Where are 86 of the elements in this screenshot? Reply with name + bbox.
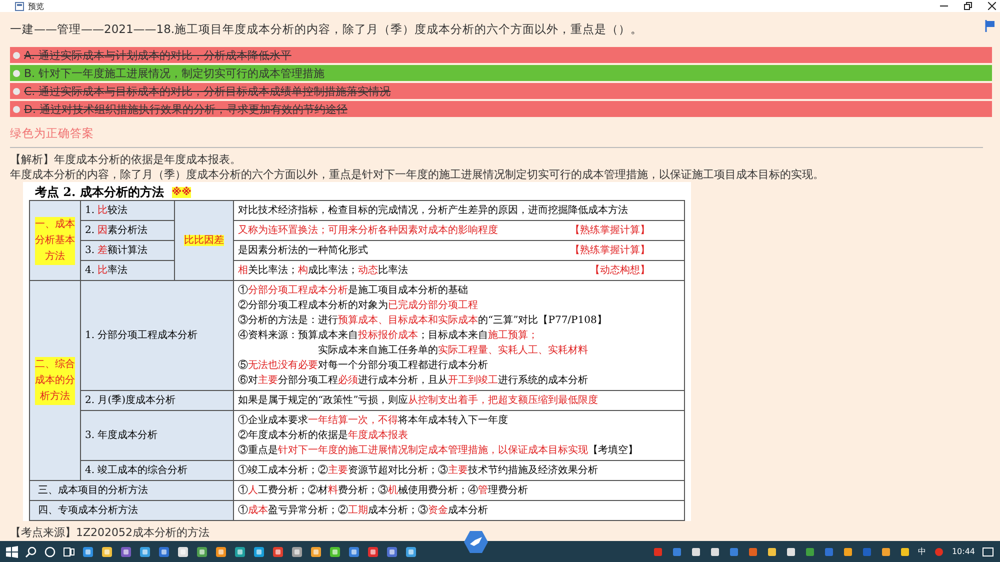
- cell-text: ②分部分项工程成本分析的对象为已完成分部分项工程: [238, 298, 479, 313]
- app-icon[interactable]: [386, 546, 398, 558]
- radio-icon[interactable]: [13, 52, 20, 58]
- cell-text: ②年度成本分析的依据是年度成本报表: [238, 428, 409, 443]
- group-label: 二、综合成本的分析方法: [35, 356, 75, 404]
- row-label: 四、专项成本分析方法: [38, 505, 138, 516]
- app-icon[interactable]: [367, 546, 379, 558]
- answer-option[interactable]: C. 通过实际成本与目标成本的对比，分析目标成本成绩单控制措施落实情况: [10, 83, 992, 99]
- radio-icon[interactable]: [13, 70, 20, 76]
- method-label: 3. 差额计算法: [85, 245, 148, 256]
- app-icon[interactable]: [82, 546, 94, 558]
- bird-badge-icon[interactable]: [463, 530, 489, 554]
- app-icon[interactable]: [234, 546, 246, 558]
- app-icon[interactable]: [329, 546, 341, 558]
- cell-text: ①人工费分析；②材料费分析；③机械使用费分析；④管理费分析: [238, 484, 529, 498]
- radio-icon[interactable]: [13, 106, 20, 112]
- tray-icon[interactable]: [898, 546, 911, 558]
- group-label: 一、成本分析基本方法: [35, 216, 75, 264]
- app-icon[interactable]: [158, 546, 170, 558]
- cell-text: ③重点是针对下一年度的施工进展情况制定成本管理措施，以保证成本目标实现【考填空】: [238, 444, 639, 458]
- cell-text: ①分部分项工程成本分析是施工项目成本分析的基础: [238, 284, 469, 298]
- input-method-indicator[interactable]: 中: [918, 546, 926, 557]
- app-icon[interactable]: [272, 546, 284, 558]
- app-icon[interactable]: [196, 546, 208, 558]
- windows-logo-icon[interactable]: [6, 546, 18, 558]
- cell-text: 如果是属于规定的“政策性”亏损，则应从控制支出着手，把超支额压缩到最低限度: [238, 394, 600, 408]
- app-icon[interactable]: [101, 546, 113, 558]
- method-label: 1. 分部分项工程成本分析: [85, 330, 198, 341]
- cell-text: ①企业成本要求一年结算一次，不得将本年成本转入下一年度: [238, 414, 509, 428]
- notification-icon[interactable]: [982, 546, 994, 558]
- window-title: 预览: [28, 0, 44, 12]
- answer-option[interactable]: D. 通过对技术组织措施执行效果的分析，寻求更加有效的节约途径: [10, 101, 992, 117]
- tag-text: 【熟练掌握计算】: [570, 244, 650, 258]
- mnemonic-text: 比比因差: [184, 235, 224, 246]
- method-label: 4. 比率法: [85, 265, 128, 276]
- cell-text: 是因素分析法的一种简化形式: [238, 244, 368, 258]
- tray-icon[interactable]: [690, 546, 702, 558]
- importance-mark: ※※: [172, 186, 192, 198]
- cell-text: ⑥对主要分部分项工程必须进行成本分析，且从开工到竣工进行系统的成本分析: [238, 374, 589, 388]
- search-icon[interactable]: [25, 546, 37, 558]
- source-text: 【考点来源】1Z202052成本分析的方法: [10, 525, 211, 540]
- table-title: 考点 2. 成本分析的方法: [35, 184, 164, 200]
- app-icon[interactable]: [120, 546, 132, 558]
- cell-text: ⑤无法也没有必要对每一个分部分项工程都进行成本分析: [238, 358, 489, 373]
- circle-icon[interactable]: [44, 546, 56, 558]
- app-icon[interactable]: [405, 546, 417, 558]
- cell-text: 又称为连环置换法；可用来分析各种因素对成本的影响程度: [238, 224, 498, 238]
- app-icon[interactable]: [253, 546, 265, 558]
- answer-option[interactable]: A. 通过实际成本与计划成本的对比，分析成本降低水平: [10, 47, 992, 63]
- cell-text: 对比技术经济指标，检查目标的完成情况，分析产生差异的原因，进而挖掘降低成本方法: [238, 204, 629, 218]
- cell-text: ①竣工成本分析；②主要资源节超对比分析；③主要技术节约措施及经济效果分析: [238, 464, 599, 478]
- app-icon[interactable]: [348, 546, 360, 558]
- close-icon[interactable]: [988, 2, 996, 10]
- cell-text: 实际成本来自施工任务单的实际工程量、实耗人工、实耗材料: [317, 344, 589, 358]
- question-text: 一建——管理——2021——18.施工项目年度成本分析的内容，除了月（季）度成本分析的六个方面以外，重点是（）。: [10, 22, 643, 37]
- cell-text: ①成本盈亏异常分析；②工期成本分析；③资金成本分析: [238, 504, 489, 518]
- task-view-icon[interactable]: [63, 546, 75, 558]
- tray-icon[interactable]: [708, 546, 721, 558]
- maximize-icon[interactable]: [964, 2, 972, 10]
- app-icon[interactable]: [139, 546, 151, 558]
- method-label: 2. 因素分析法: [85, 225, 148, 236]
- tray-icon[interactable]: [766, 546, 778, 558]
- analysis-text: 年度成本分析的内容，除了月（季）度成本分析的六个方面以外，重点是针对下一年度的施工进展情况制定切实可行的成本管理措施，以保证施工项目成本目标的实现。: [10, 167, 825, 182]
- tray-icon[interactable]: [880, 546, 892, 558]
- tag-text: 【熟练掌握计算】: [570, 224, 650, 238]
- tray-icon[interactable]: [842, 546, 854, 558]
- method-label: 2. 月(季)度成本分析: [85, 395, 176, 406]
- analysis-text: 【解析】年度成本分析的依据是年度成本报表。: [10, 152, 242, 167]
- radio-icon[interactable]: [13, 88, 20, 94]
- cell-text: ③分析的方法是：进行预算成本、目标成本和实际成本的“三算”对比【P77/P108】: [238, 314, 608, 328]
- method-label: 1. 比较法: [85, 205, 128, 216]
- answer-note: 绿色为正确答案: [10, 126, 95, 141]
- app-icon[interactable]: [291, 546, 303, 558]
- answer-option[interactable]: B. 针对下一年度施工进展情况，制定切实可行的成本管理措施: [10, 65, 992, 81]
- row-label: 三、成本项目的分析方法: [38, 485, 148, 496]
- app-icon[interactable]: [215, 546, 227, 558]
- cell-text: ④资料来源：预算成本来自投标报价成本；目标成本来自施工预算；: [238, 328, 539, 343]
- clock-text[interactable]: 10:44: [952, 547, 975, 556]
- method-label: 4. 竣工成本的综合分析: [85, 465, 188, 476]
- cell-text: 相关比率法；构成比率法；动态比率法: [238, 264, 408, 278]
- method-label: 3. 年度成本分析: [85, 430, 158, 441]
- tag-text: 【动态构想】: [590, 264, 650, 278]
- app-icon[interactable]: [177, 546, 189, 558]
- tray-icon[interactable]: [784, 546, 797, 558]
- flag-icon[interactable]: [985, 20, 995, 32]
- app-icon[interactable]: [310, 546, 322, 558]
